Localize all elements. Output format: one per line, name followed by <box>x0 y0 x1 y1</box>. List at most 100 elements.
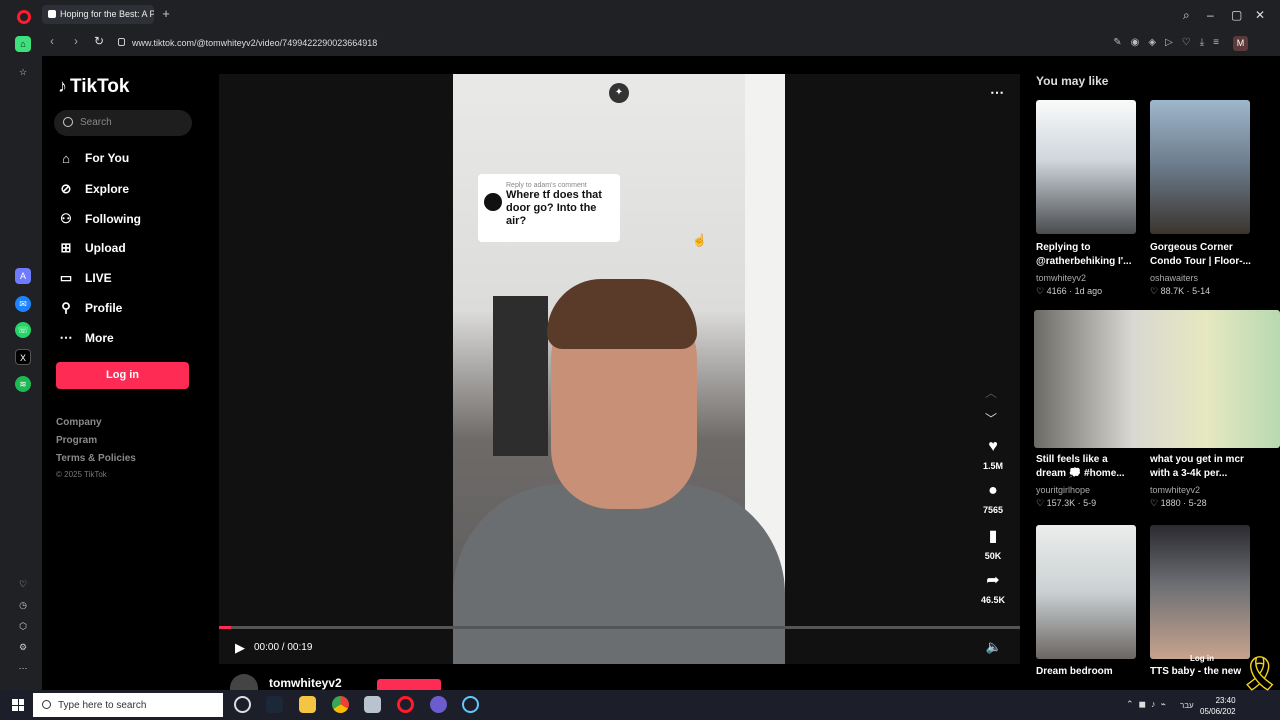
rec-author-1[interactable]: tomwhiteyv2 <box>1036 273 1086 283</box>
clock-date: 05/06/202 <box>1200 707 1236 716</box>
comment-text: Where tf does that door go? Into the air… <box>506 189 602 227</box>
aria-icon[interactable]: A <box>15 268 31 284</box>
overlay-login-link[interactable]: Log in <box>1190 654 1214 663</box>
new-tab-button[interactable]: + <box>160 7 172 20</box>
home-icon[interactable]: ⌂ <box>15 36 31 52</box>
tiktok-note-icon: ♪ <box>58 76 67 96</box>
nav-upload[interactable]: ⊞ Upload <box>58 237 126 259</box>
language-indicator[interactable]: עבר <box>1180 701 1194 710</box>
nav-following[interactable]: ⚇ Following <box>58 208 141 230</box>
steam-icon[interactable] <box>266 696 283 713</box>
browser-tab[interactable]: Hoping for the Best: A Pe <box>42 5 154 24</box>
nav-label: Profile <box>85 301 123 315</box>
opera-logo-icon[interactable] <box>17 10 31 24</box>
rec-title-2[interactable]: Gorgeous Corner Condo Tour | Floor-... <box>1150 241 1254 269</box>
minimize-button[interactable]: – <box>1207 8 1214 22</box>
follow-button[interactable] <box>377 679 441 690</box>
copyright-text: © 2025 TikTok <box>56 470 107 479</box>
star-icon[interactable]: ☆ <box>15 64 31 80</box>
rec-thumbnail-6[interactable] <box>1150 525 1250 659</box>
previous-video-icon[interactable]: ︿ <box>985 384 997 401</box>
share-button[interactable]: ➦ 46.5K <box>981 570 1005 608</box>
system-tray-icons[interactable]: ⌃◼♪⌁ <box>1126 699 1171 710</box>
shield-app-icon[interactable] <box>364 696 381 713</box>
back-icon[interactable]: ‹ <box>50 34 54 48</box>
footer-program-link[interactable]: Program <box>56 435 97 446</box>
video-frame[interactable]: ✦ Reply to adam's comment Where tf does … <box>453 74 785 664</box>
footer-terms-link[interactable]: Terms & Policies <box>56 453 136 464</box>
close-button[interactable]: ✕ <box>1255 8 1265 22</box>
next-video-icon[interactable]: ﹀ <box>985 410 997 427</box>
time-display: 00:00 / 00:19 <box>254 642 313 653</box>
rec-thumbnail-1[interactable] <box>1036 100 1136 234</box>
nav-label: Explore <box>85 182 130 196</box>
play-icon[interactable]: ▶ <box>235 640 245 656</box>
video-player[interactable]: ✦ Reply to adam's comment Where tf does … <box>219 74 1020 664</box>
more-dots-icon[interactable]: ⋯ <box>15 660 31 676</box>
forward-icon[interactable]: › <box>74 34 78 48</box>
rec-author-2[interactable]: oshawaiters <box>1150 273 1198 283</box>
volume-icon[interactable]: 🔈 <box>986 639 1002 655</box>
heart-icon[interactable]: ♡ <box>15 576 31 592</box>
tiktok-logo[interactable]: ♪ TikTok <box>58 76 129 98</box>
rec-title-5[interactable]: Dream bedroom <box>1036 665 1140 679</box>
nav-live[interactable]: ▭ LIVE <box>58 267 112 289</box>
rec-author-3[interactable]: youritgirlhope <box>1036 485 1090 495</box>
progress-fill <box>219 626 231 629</box>
rec-title-1[interactable]: Replying to @ratherbehiking I'... <box>1036 241 1140 269</box>
upload-icon: ⊞ <box>60 240 72 255</box>
taskbar-app-1-icon[interactable] <box>234 696 251 713</box>
reload-icon[interactable]: ↻ <box>94 34 104 48</box>
rec-stats-4: ♡ 1880 · 5-28 <box>1150 498 1207 508</box>
like-count: 1.5M <box>982 461 1003 471</box>
nav-for-you[interactable]: ⌂ For You <box>58 147 129 169</box>
like-button[interactable]: ♥ 1.5M <box>981 438 1005 474</box>
you-may-like-heading: You may like <box>1036 74 1109 88</box>
whatsapp-icon[interactable]: ☏ <box>15 322 31 338</box>
x-icon[interactable]: X <box>15 349 31 365</box>
lock-icon <box>118 38 125 46</box>
login-button[interactable]: Log in <box>56 362 189 389</box>
url-actions-icon[interactable]: ✎◉◈▷♡⤓≡ <box>1113 37 1228 48</box>
search-tabs-icon[interactable]: ⌕ <box>1183 8 1190 23</box>
url-field[interactable]: www.tiktok.com/@tomwhiteyv2/video/749942… <box>112 33 1262 53</box>
author-name[interactable]: tomwhiteyv2 <box>269 676 342 690</box>
box-icon[interactable]: ⬡ <box>15 618 31 634</box>
profile-avatar[interactable]: M <box>1233 36 1248 51</box>
rec-thumbnail-5[interactable] <box>1036 525 1136 659</box>
discord-icon[interactable] <box>430 696 447 713</box>
nav-profile[interactable]: ⚲ Profile <box>58 297 122 319</box>
maximize-button[interactable]: ▢ <box>1231 8 1242 22</box>
author-avatar[interactable] <box>230 674 258 690</box>
footer-company-link[interactable]: Company <box>56 417 102 428</box>
windows-start-icon[interactable] <box>12 699 24 711</box>
save-button[interactable]: ▮ 50K <box>981 526 1005 564</box>
progress-bar[interactable] <box>219 626 1020 629</box>
taskbar-clock[interactable]: 23:40 05/06/202 <box>1200 695 1236 717</box>
logo-text: TikTok <box>70 76 130 97</box>
history-icon[interactable]: ◷ <box>15 597 31 613</box>
chrome-icon[interactable] <box>332 696 349 713</box>
rec-title-4[interactable]: what you get in mcr with a 3-4k per... <box>1150 453 1254 481</box>
more-options-icon[interactable]: ⋯ <box>990 84 1004 101</box>
rec-thumbnail-3[interactable] <box>1034 310 1280 448</box>
taskbar-search-input[interactable]: Type here to search <box>33 693 223 717</box>
comment-button[interactable]: ● 7565 <box>981 482 1005 518</box>
search-input[interactable]: Search <box>54 110 192 136</box>
sparkle-icon[interactable]: ✦ <box>609 83 629 103</box>
profile-icon: ⚲ <box>61 300 71 315</box>
opera-sidebar: ⌂ ☆ A ✉ ☏ X ≋ ♡ ◷ ⬡ ⚙ ⋯ <box>0 30 42 690</box>
messenger-icon[interactable]: ✉ <box>15 296 31 312</box>
opera-taskbar-icon[interactable] <box>397 696 414 713</box>
settings-icon[interactable]: ⚙ <box>15 639 31 655</box>
taskbar-app-8-icon[interactable] <box>462 696 479 713</box>
nav-explore[interactable]: ⊘ Explore <box>58 178 129 200</box>
spotify-icon[interactable]: ≋ <box>15 376 31 392</box>
rec-title-3[interactable]: Still feels like a dream 💭 #home... <box>1036 453 1140 481</box>
rec-stats-2: ♡ 88.7K · 5-14 <box>1150 286 1211 296</box>
file-explorer-icon[interactable] <box>299 696 316 713</box>
nav-label: Upload <box>85 241 126 255</box>
rec-author-4[interactable]: tomwhiteyv2 <box>1150 485 1200 495</box>
rec-thumbnail-2[interactable] <box>1150 100 1250 234</box>
nav-more[interactable]: ⋯ More <box>58 327 114 349</box>
